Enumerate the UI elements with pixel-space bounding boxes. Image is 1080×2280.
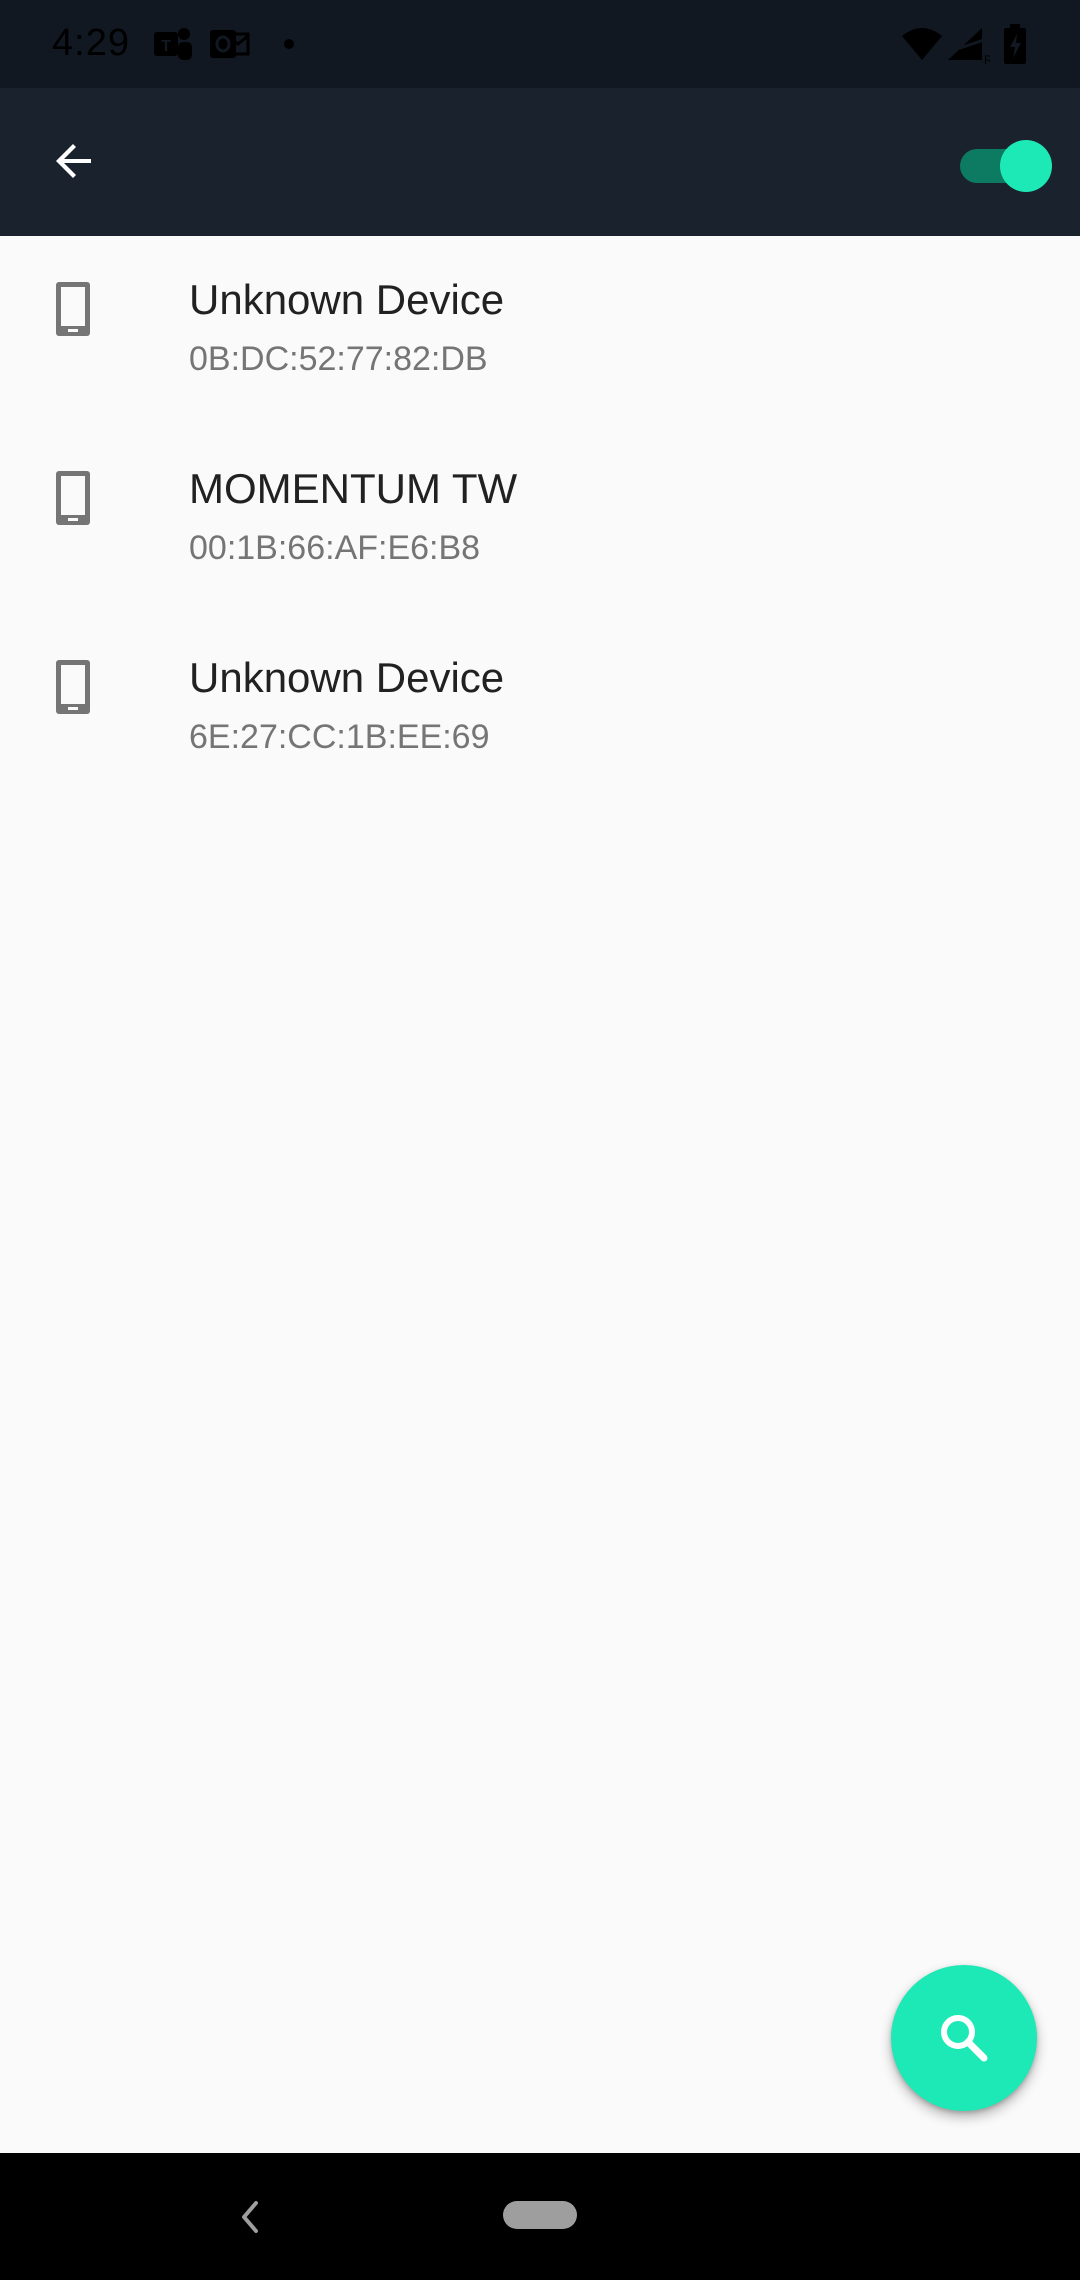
list-item[interactable]: Unknown Device 0B:DC:52:77:82:DB bbox=[0, 236, 1080, 425]
svg-text:T: T bbox=[161, 38, 171, 55]
back-button[interactable] bbox=[30, 116, 120, 206]
smartphone-icon bbox=[56, 471, 90, 525]
navigation-bar bbox=[0, 2153, 1080, 2280]
search-icon bbox=[941, 2015, 988, 2062]
nav-back-icon bbox=[242, 2201, 258, 2233]
toolbar bbox=[0, 88, 1080, 236]
device-address: 00:1B:66:AF:E6:B8 bbox=[189, 529, 481, 567]
device-address: 0B:DC:52:77:82:DB bbox=[189, 340, 488, 378]
device-name: Unknown Device bbox=[189, 276, 505, 323]
list-item[interactable]: MOMENTUM TW 00:1B:66:AF:E6:B8 bbox=[0, 425, 1080, 614]
toggle-thumb bbox=[1000, 140, 1052, 192]
status-bar: 4:29 T R bbox=[0, 0, 1080, 88]
nav-back-button[interactable] bbox=[222, 2189, 278, 2245]
svg-text:R: R bbox=[984, 53, 990, 66]
notification-dot-icon bbox=[284, 39, 294, 49]
device-name: Unknown Device bbox=[189, 654, 505, 701]
cell-signal-icon: R bbox=[947, 28, 990, 66]
teams-icon: T bbox=[154, 28, 192, 60]
device-address: 6E:27:CC:1B:EE:69 bbox=[189, 718, 490, 756]
bluetooth-toggle[interactable] bbox=[956, 134, 1056, 192]
arrow-back-icon bbox=[56, 144, 91, 178]
status-time: 4:29 bbox=[52, 22, 130, 64]
battery-icon bbox=[1004, 24, 1026, 64]
device-list: Unknown Device 0B:DC:52:77:82:DB MOMENTU… bbox=[0, 236, 1080, 803]
smartphone-icon bbox=[56, 282, 90, 336]
outlook-icon bbox=[210, 30, 250, 58]
smartphone-icon bbox=[56, 660, 90, 714]
home-pill-icon[interactable] bbox=[503, 2201, 577, 2229]
scan-button[interactable] bbox=[891, 1965, 1037, 2111]
wifi-icon bbox=[902, 28, 942, 60]
list-item[interactable]: Unknown Device 6E:27:CC:1B:EE:69 bbox=[0, 614, 1080, 803]
device-name: MOMENTUM TW bbox=[189, 465, 518, 512]
